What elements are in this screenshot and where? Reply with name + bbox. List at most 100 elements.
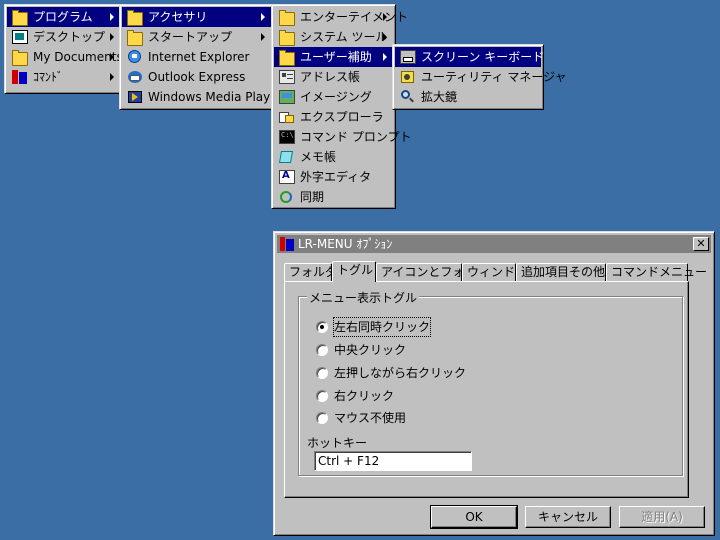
close-icon: ✕ xyxy=(696,237,706,250)
apply-button[interactable]: 適用(A) xyxy=(619,506,705,528)
menu-item-label: 外字エディタ xyxy=(300,170,372,184)
menu-item-system-tools[interactable]: システム ツール xyxy=(274,27,393,47)
menu-item-startup[interactable]: スタートアップ xyxy=(122,27,271,47)
radio-button[interactable] xyxy=(316,412,328,424)
hotkey-field[interactable]: Ctrl + F12 xyxy=(314,451,472,471)
folder-icon xyxy=(12,10,28,26)
folder-icon xyxy=(127,30,143,46)
ok-button[interactable]: OK xyxy=(430,505,518,529)
radio-label: 中央クリック xyxy=(334,343,407,357)
submenu-arrow-icon xyxy=(383,33,387,41)
menu-item-my-documents[interactable]: My Documents xyxy=(7,47,123,67)
radio-button[interactable] xyxy=(316,344,328,356)
menu-item-imaging[interactable]: イメージング xyxy=(274,87,393,107)
options-dialog: LR-MENU ｵﾌﾟｼｮﾝ ✕ フォルダ トグル アイコンとフォント ウィンド… xyxy=(273,231,715,536)
menu-item-label: 同期 xyxy=(300,190,325,204)
command-prompt-icon: C:\ xyxy=(279,130,295,144)
menu-item-internet-explorer[interactable]: Internet Explorer xyxy=(122,47,271,67)
programs-submenu: アクセサリ スタートアップ Internet Explorer Outlook … xyxy=(119,4,283,110)
radio-label: 左押しながら右クリック xyxy=(334,366,467,380)
group-label: メニュー表示トグル xyxy=(307,289,420,306)
lr-menu-icon xyxy=(280,237,294,251)
menu-item-label: Internet Explorer xyxy=(148,50,250,64)
menu-item-label: スタートアップ xyxy=(148,30,233,44)
menu-item-accessories[interactable]: アクセサリ xyxy=(122,7,271,27)
menu-item-programs[interactable]: プログラム xyxy=(7,7,120,27)
title-bar[interactable]: LR-MENU ｵﾌﾟｼｮﾝ ✕ xyxy=(277,235,711,253)
folder-icon xyxy=(12,50,28,66)
menu-item-entertainment[interactable]: エンターテイメント xyxy=(274,7,408,27)
menu-item-address-book[interactable]: アドレス帳 xyxy=(274,67,393,87)
folder-icon xyxy=(279,30,295,46)
submenu-arrow-icon xyxy=(110,53,114,61)
utility-manager-icon xyxy=(400,70,416,84)
menu-item-label: コマンド プロンプト xyxy=(300,130,412,144)
address-book-icon xyxy=(279,70,295,84)
menu-item-label: アクセサリ xyxy=(148,10,208,24)
folder-icon xyxy=(279,50,295,66)
radio-button[interactable] xyxy=(316,367,328,379)
tab-panel: メニュー表示トグル 左右同時クリック 中央クリック 左押しながら右クリック 右ク… xyxy=(284,281,689,498)
outlook-express-icon xyxy=(127,70,143,84)
menu-item-label: エンターテイメント xyxy=(300,10,409,24)
menu-item-label: ｺﾏﾝﾄﾞ xyxy=(33,70,64,84)
font-editor-icon: A xyxy=(279,170,295,184)
menu-item-label: 拡大鏡 xyxy=(421,90,458,104)
tab-additional-items[interactable]: 追加項目その他 xyxy=(516,263,606,281)
radio-button[interactable] xyxy=(316,390,328,402)
close-button[interactable]: ✕ xyxy=(693,237,709,251)
submenu-arrow-icon xyxy=(261,33,265,41)
menu-item-label: Outlook Express xyxy=(148,70,246,84)
submenu-arrow-icon xyxy=(261,13,265,21)
cancel-button[interactable]: キャンセル xyxy=(525,506,611,528)
menu-item-command-prompt[interactable]: C:\ コマンド プロンプト xyxy=(274,127,411,147)
menu-toggle-group: メニュー表示トグル 左右同時クリック 中央クリック 左押しながら右クリック 右ク… xyxy=(298,289,683,476)
menu-item-utility-manager[interactable]: ユーティリティ マネージャ xyxy=(395,67,567,87)
menu-item-desktop[interactable]: デスクトップ xyxy=(7,27,120,47)
menu-item-label: デスクトップ xyxy=(33,30,106,44)
tab-command-menu[interactable]: コマンドメニュー xyxy=(606,263,707,281)
menu-item-label: イメージング xyxy=(300,90,372,104)
menu-item-windows-media-player[interactable]: Windows Media Player xyxy=(122,87,283,107)
submenu-arrow-icon xyxy=(383,53,387,61)
menu-item-label: アドレス帳 xyxy=(300,70,361,84)
submenu-arrow-icon xyxy=(110,13,114,21)
menu-item-explorer[interactable]: エクスプローラ xyxy=(274,107,393,127)
menu-item-magnifier[interactable]: 拡大鏡 xyxy=(395,87,541,107)
tab-toggle[interactable]: トグル xyxy=(332,261,376,282)
menu-item-command[interactable]: ｺﾏﾝﾄﾞ xyxy=(7,67,120,87)
tab-icons-and-fonts[interactable]: アイコンとフォント xyxy=(376,263,488,281)
menu-item-label: ユーティリティ マネージャ xyxy=(421,70,567,84)
folder-icon xyxy=(127,10,143,26)
menu-item-outlook-express[interactable]: Outlook Express xyxy=(122,67,271,87)
menu-item-label: プログラム xyxy=(33,10,93,24)
explorer-icon xyxy=(279,110,295,124)
submenu-arrow-icon xyxy=(110,33,114,41)
sync-icon xyxy=(279,190,295,204)
media-player-icon xyxy=(127,90,143,104)
desktop-icon xyxy=(12,30,28,44)
magnifier-icon xyxy=(400,90,416,104)
menu-item-label: スクリーン キーボード xyxy=(421,50,545,64)
submenu-arrow-icon xyxy=(383,13,387,21)
folder-icon xyxy=(279,10,295,26)
notepad-icon xyxy=(278,150,295,164)
menu-item-accessibility[interactable]: ユーザー補助 xyxy=(274,47,393,67)
menu-item-on-screen-keyboard[interactable]: スクリーン キーボード xyxy=(395,47,545,67)
dialog-title: LR-MENU ｵﾌﾟｼｮﾝ xyxy=(298,237,393,251)
accessories-submenu: エンターテイメント システム ツール ユーザー補助 アドレス帳 イメージング エ… xyxy=(271,4,411,209)
menu-item-label: メモ帳 xyxy=(300,150,337,164)
radio-label: 右クリック xyxy=(334,389,395,403)
menu-item-sync[interactable]: 同期 xyxy=(274,187,393,207)
tab-window[interactable]: ウィンドウ xyxy=(462,263,527,281)
keyboard-icon xyxy=(400,50,416,64)
menu-item-font-editor[interactable]: A 外字エディタ xyxy=(274,167,393,187)
lr-menu-icon xyxy=(12,70,28,84)
menu-item-label: エクスプローラ xyxy=(300,110,384,124)
menu-item-label: Windows Media Player xyxy=(148,90,283,104)
accessibility-submenu: スクリーン キーボード ユーティリティ マネージャ 拡大鏡 xyxy=(392,44,567,110)
tab-folder[interactable]: フォルダ xyxy=(284,263,337,281)
menu-item-notepad[interactable]: メモ帳 xyxy=(274,147,393,167)
radio-button[interactable] xyxy=(316,321,328,333)
internet-explorer-icon xyxy=(127,50,143,64)
